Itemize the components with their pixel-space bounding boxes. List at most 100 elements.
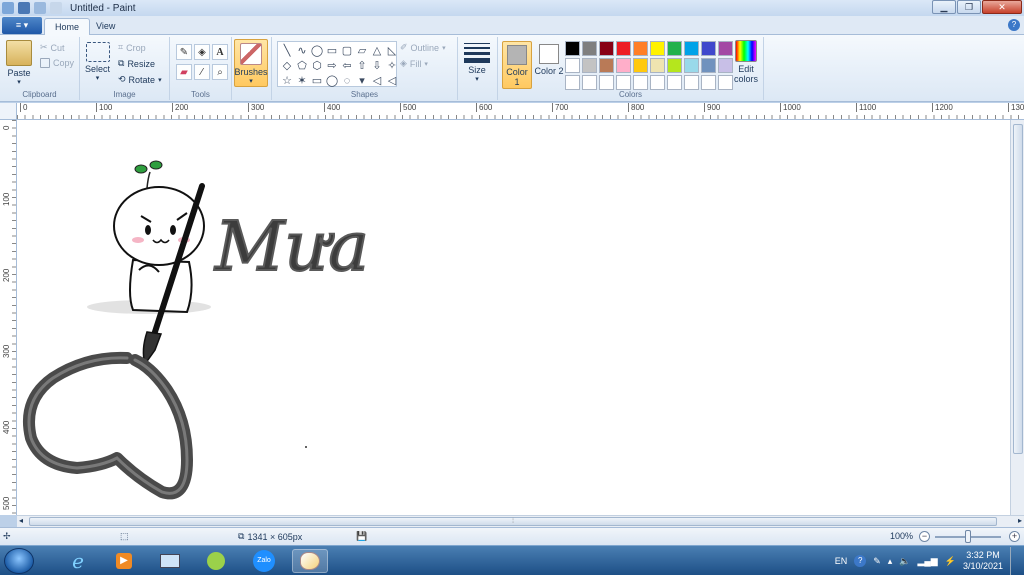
- callout-cloud-shape-icon[interactable]: ◌: [340, 74, 354, 88]
- pen-tray-icon[interactable]: ✎: [873, 556, 881, 567]
- outline-button[interactable]: ✐ Outline ▾: [400, 42, 446, 53]
- palette-color-27[interactable]: [684, 75, 699, 90]
- vertical-scrollbar[interactable]: [1010, 120, 1024, 515]
- palette-color-13[interactable]: [616, 58, 631, 73]
- redo-icon[interactable]: [50, 2, 62, 14]
- copy-button[interactable]: Copy: [40, 58, 74, 68]
- restore-button[interactable]: ❐: [957, 0, 981, 14]
- fill-bucket-icon[interactable]: ◈: [194, 44, 210, 60]
- volume-icon[interactable]: 🔈: [899, 556, 910, 567]
- eraser-icon[interactable]: ▰: [176, 64, 192, 80]
- paint-app-icon[interactable]: [2, 2, 14, 14]
- right-triangle-shape-icon[interactable]: ◺: [385, 44, 399, 58]
- show-hidden-icons-icon[interactable]: ▴: [888, 556, 893, 567]
- palette-color-17[interactable]: [684, 58, 699, 73]
- horizontal-scrollbar[interactable]: ◂ ⦙ ▸: [17, 515, 1024, 527]
- brushes-button[interactable]: Brushes ▾: [234, 39, 268, 87]
- help-tray-icon[interactable]: ?: [854, 555, 867, 567]
- diamond-shape-icon[interactable]: ◇: [280, 59, 294, 73]
- color1-button[interactable]: Color 1: [502, 41, 532, 89]
- resize-button[interactable]: ⧉ Resize: [118, 58, 155, 69]
- vertical-scroll-thumb[interactable]: [1013, 124, 1023, 454]
- callout-oval-shape-icon[interactable]: ◯: [325, 74, 339, 88]
- zoom-in-button[interactable]: +: [1009, 531, 1020, 542]
- triangle-shape-icon[interactable]: △: [370, 44, 384, 58]
- app-menu-button[interactable]: ≡ ▾: [2, 17, 42, 34]
- palette-color-20[interactable]: [565, 75, 580, 90]
- palette-color-11[interactable]: [582, 58, 597, 73]
- scroll-right-icon[interactable]: ▸: [1018, 516, 1022, 525]
- right-arrow-shape-icon[interactable]: ⇨: [325, 59, 339, 73]
- minimize-button[interactable]: ▁: [932, 0, 956, 14]
- palette-color-0[interactable]: [565, 41, 580, 56]
- power-icon[interactable]: ⚡: [945, 556, 956, 567]
- five-point-star-shape-icon[interactable]: ☆: [280, 74, 294, 88]
- palette-color-5[interactable]: [650, 41, 665, 56]
- palette-color-2[interactable]: [599, 41, 614, 56]
- four-point-star-shape-icon[interactable]: ✧: [385, 59, 399, 73]
- pencil-icon[interactable]: ✎: [176, 44, 192, 60]
- cut-button[interactable]: ✂ Cut: [40, 42, 65, 53]
- palette-color-4[interactable]: [633, 41, 648, 56]
- color-picker-icon[interactable]: ⁄: [194, 64, 210, 80]
- language-indicator[interactable]: EN: [835, 556, 848, 566]
- color2-button[interactable]: Color 2: [534, 41, 564, 89]
- palette-color-1[interactable]: [582, 41, 597, 56]
- media-player-icon[interactable]: ▶: [106, 549, 142, 573]
- help-icon[interactable]: ?: [1008, 19, 1020, 31]
- magnifier-icon[interactable]: ⌕: [212, 64, 228, 80]
- palette-color-7[interactable]: [684, 41, 699, 56]
- palette-color-28[interactable]: [701, 75, 716, 90]
- drawing-canvas[interactable]: Mưa: [17, 120, 1010, 515]
- palette-color-19[interactable]: [718, 58, 733, 73]
- undo-icon[interactable]: [34, 2, 46, 14]
- zalo-icon[interactable]: Zalo: [246, 549, 282, 573]
- lightning-shape-icon[interactable]: ◁: [370, 74, 384, 88]
- text-tool-icon[interactable]: A: [212, 44, 228, 60]
- palette-color-29[interactable]: [718, 75, 733, 90]
- app-icon[interactable]: [198, 549, 234, 573]
- palette-color-9[interactable]: [718, 41, 733, 56]
- zoom-out-button[interactable]: −: [919, 531, 930, 542]
- rectangle-shape-icon[interactable]: ▭: [325, 44, 339, 58]
- palette-color-23[interactable]: [616, 75, 631, 90]
- start-button[interactable]: [4, 548, 34, 574]
- left-arrow-shape-icon[interactable]: ⇦: [340, 59, 354, 73]
- pentagon-shape-icon[interactable]: ⬠: [295, 59, 309, 73]
- close-button[interactable]: ✕: [982, 0, 1022, 14]
- polygon-shape-icon[interactable]: ▱: [355, 44, 369, 58]
- tab-home[interactable]: Home: [44, 18, 91, 36]
- show-desktop-button[interactable]: [1010, 547, 1018, 575]
- palette-color-25[interactable]: [650, 75, 665, 90]
- edit-colors-button[interactable]: Edit colors: [732, 40, 760, 84]
- palette-color-3[interactable]: [616, 41, 631, 56]
- heart-shape-icon[interactable]: ▾: [355, 74, 369, 88]
- scroll-left-icon[interactable]: ◂: [19, 516, 23, 525]
- clock[interactable]: 3:32 PM 3/10/2021: [963, 550, 1003, 572]
- palette-color-8[interactable]: [701, 41, 716, 56]
- six-point-star-shape-icon[interactable]: ✶: [295, 74, 309, 88]
- palette-color-6[interactable]: [667, 41, 682, 56]
- palette-color-26[interactable]: [667, 75, 682, 90]
- rounded-rectangle-shape-icon[interactable]: ▢: [340, 44, 354, 58]
- tab-view[interactable]: View: [86, 18, 125, 36]
- shapes-more-icon[interactable]: ◁: [385, 74, 399, 88]
- palette-color-18[interactable]: [701, 58, 716, 73]
- save-icon[interactable]: [18, 2, 30, 14]
- palette-color-12[interactable]: [599, 58, 614, 73]
- line-shape-icon[interactable]: ╲: [280, 44, 294, 58]
- select-button[interactable]: Select ▾: [85, 42, 110, 82]
- callout-rectangle-shape-icon[interactable]: ▭: [310, 74, 324, 88]
- palette-color-21[interactable]: [582, 75, 597, 90]
- network-signal-icon[interactable]: ▂▄▆: [918, 556, 938, 567]
- zoom-slider-knob[interactable]: [965, 530, 971, 543]
- palette-color-16[interactable]: [667, 58, 682, 73]
- size-button[interactable]: Size ▾: [464, 41, 490, 83]
- palette-color-14[interactable]: [633, 58, 648, 73]
- palette-color-10[interactable]: [565, 58, 580, 73]
- crop-button[interactable]: ⌗ Crop: [118, 42, 146, 53]
- paint-taskbar-icon[interactable]: [292, 549, 328, 573]
- rotate-button[interactable]: ⟲ Rotate ▾: [118, 74, 162, 85]
- curve-shape-icon[interactable]: ∿: [295, 44, 309, 58]
- palette-color-22[interactable]: [599, 75, 614, 90]
